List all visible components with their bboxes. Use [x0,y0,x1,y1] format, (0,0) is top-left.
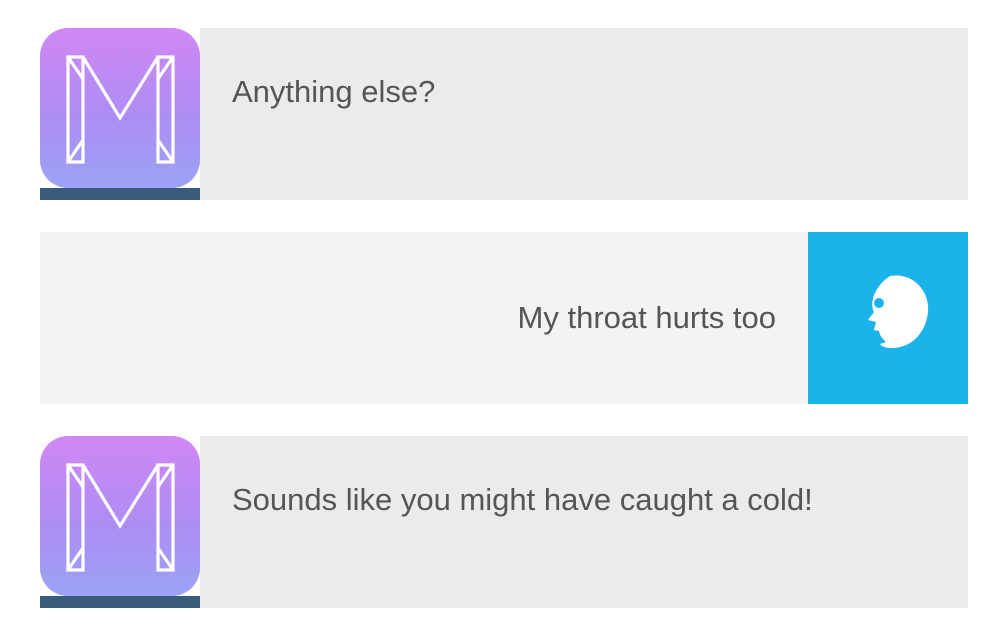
bot-message-row: Sounds like you might have caught a cold… [40,436,968,608]
user-message-text: My throat hurts too [517,300,776,335]
bot-message-text: Sounds like you might have caught a cold… [232,482,813,517]
bot-message-bubble: Sounds like you might have caught a cold… [200,436,968,608]
chat-thread: Anything else? My throat hurts too Sound… [0,0,986,628]
letter-m-logo-icon [40,436,200,596]
bot-message-bubble: Anything else? [200,28,968,200]
user-message-row: My throat hurts too [40,232,968,404]
bot-avatar-bar [40,596,200,608]
bot-message-row: Anything else? [40,28,968,200]
bot-avatar [40,436,200,608]
letter-m-logo-icon [40,28,200,188]
bot-avatar-bar [40,188,200,200]
bot-avatar [40,28,200,200]
bot-message-text: Anything else? [232,74,436,109]
user-message-bubble: My throat hurts too [40,232,808,404]
user-avatar [808,232,968,404]
face-profile-icon [868,275,929,348]
